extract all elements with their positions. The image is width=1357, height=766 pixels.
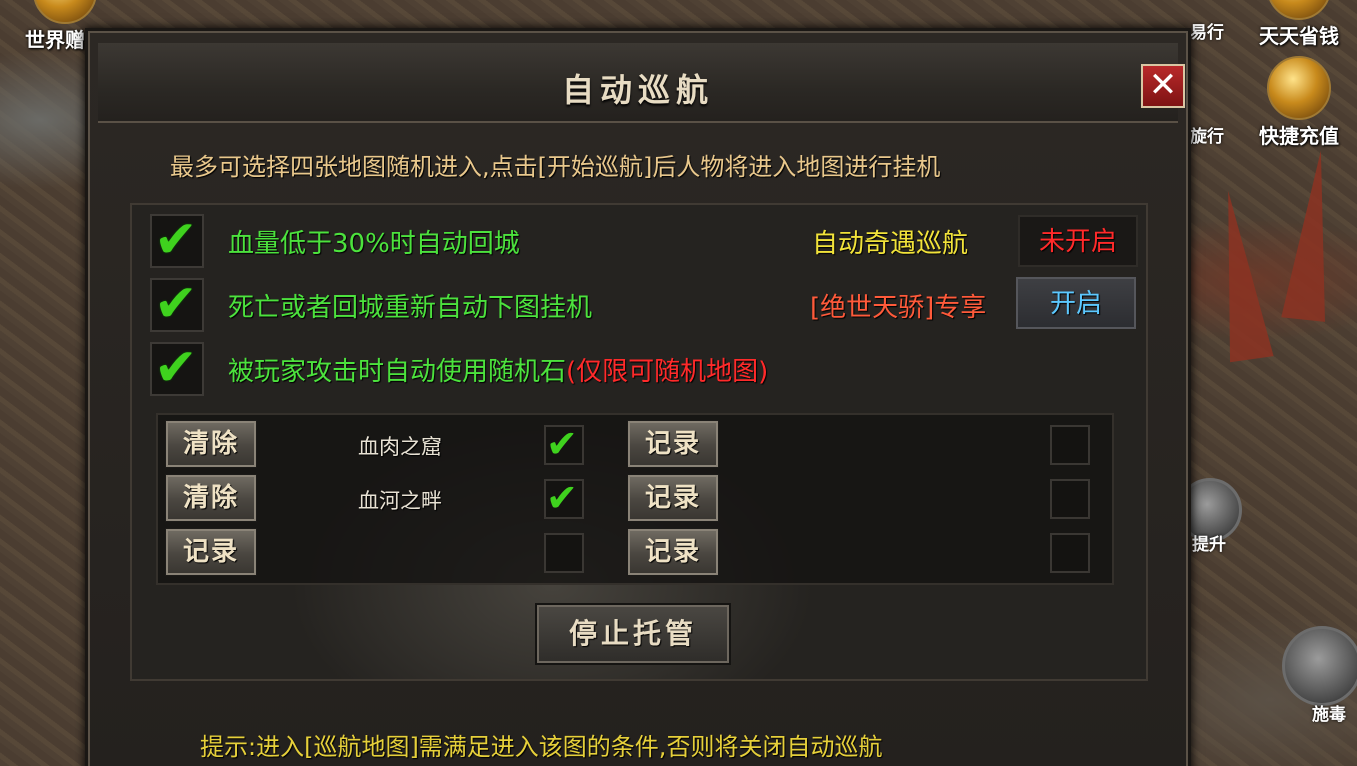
option-label: 被玩家攻击时自动使用随机石 [228,356,567,387]
map-slot-list: 清除 血肉之窟 ✔ 清除 血河之畔 ✔ 记录 记录 记录 记录 [156,413,1114,585]
daily-save-label: 天天省钱 [1259,24,1339,48]
hud-partial-label: 旋行 [1190,127,1224,147]
poison-skill-button[interactable] [1282,626,1357,706]
upgrade-label: 提升 [1192,535,1226,555]
auto-cruise-dialog: 自动巡航 ✕ 最多可选择四张地图随机进入,点击[开始巡航]后人物将进入地图进行挂… [85,28,1191,766]
map-name: 血河之畔 [358,489,442,513]
tip-text: 提示:进入[巡航地图]需满足进入该图的条件,否则将关闭自动巡航 [200,733,883,761]
exclusive-bracket: [绝世天骄] [810,293,935,323]
gift-icon [33,0,97,24]
check-icon: ✔ [546,422,578,466]
check-icon: ✔ [154,210,198,270]
check-icon: ✔ [546,476,578,520]
auto-encounter-status[interactable]: 未开启 [1018,215,1138,267]
check-icon: ✔ [154,338,198,398]
check-icon: ✔ [154,274,198,334]
close-button[interactable]: ✕ [1141,64,1185,108]
checkbox-random-stone[interactable]: ✔ [150,338,204,398]
option-warning: (仅限可随机地图) [566,356,769,387]
record-button[interactable]: 记录 [628,421,718,467]
map-slot-checkbox[interactable]: ✔ [544,422,584,466]
option-random-stone: ✔ 被玩家攻击时自动使用随机石 (仅限可随机地图) [150,338,769,398]
option-low-hp-return: ✔ 血量低于30%时自动回城 [150,210,520,270]
checkbox-auto-resume[interactable]: ✔ [150,274,204,334]
option-auto-resume: ✔ 死亡或者回城重新自动下图挂机 [150,274,593,334]
title-bar: 自动巡航 ✕ [98,43,1185,123]
map-slot-checkbox[interactable] [544,533,584,573]
quick-recharge-label: 快捷充值 [1259,124,1339,148]
poison-skill-label: 施毒 [1312,705,1346,725]
record-button[interactable]: 记录 [166,529,256,575]
map-slot-checkbox[interactable] [1050,425,1090,465]
settings-panel: ✔ 血量低于30%时自动回城 ✔ 死亡或者回城重新自动下图挂机 ✔ 被玩家攻击时… [130,203,1148,681]
quick-recharge-button[interactable]: 快捷充值 [1244,56,1354,149]
gold-pile-icon [1267,56,1331,120]
map-slot-checkbox[interactable] [1050,479,1090,519]
exclusive-suffix: 专享 [934,293,987,323]
exclusive-enable-button[interactable]: 开启 [1016,277,1136,329]
auto-encounter-label: 自动奇遇巡航 [812,229,969,259]
map-name: 血肉之窟 [358,435,442,459]
dialog-title: 自动巡航 [561,71,714,109]
clear-button[interactable]: 清除 [166,475,256,521]
map-slot-checkbox[interactable]: ✔ [544,476,584,520]
option-label: 死亡或者回城重新自动下图挂机 [228,292,593,323]
checkbox-low-hp-return[interactable]: ✔ [150,210,204,270]
close-icon: ✕ [1148,65,1178,105]
stop-hosting-button[interactable]: 停止托管 [537,605,729,663]
hud-partial-label: 易行 [1190,23,1224,43]
clear-button[interactable]: 清除 [166,421,256,467]
coin-icon [1267,0,1331,20]
daily-save-button[interactable]: 天天省钱 [1244,0,1354,49]
option-label: 血量低于30%时自动回城 [228,228,520,259]
dialog-description: 最多可选择四张地图随机进入,点击[开始巡航]后人物将进入地图进行挂机 [170,153,941,181]
exclusive-label: [绝世天骄]专享 [810,287,986,324]
map-slot-checkbox[interactable] [1050,533,1090,573]
record-button[interactable]: 记录 [628,475,718,521]
record-button[interactable]: 记录 [628,529,718,575]
